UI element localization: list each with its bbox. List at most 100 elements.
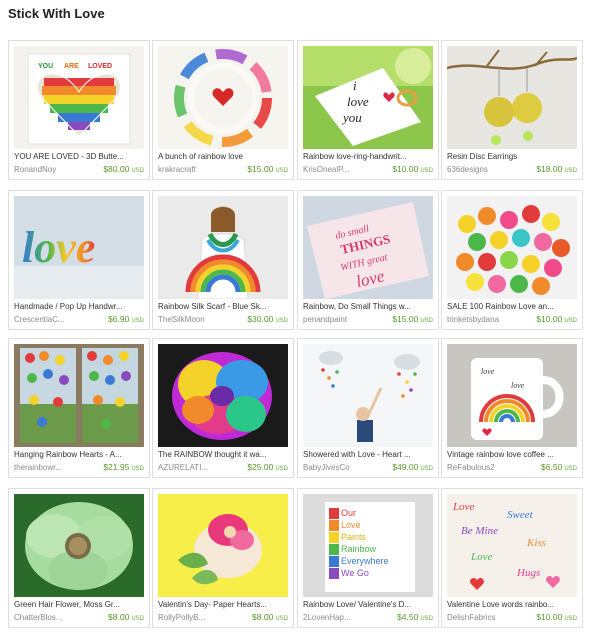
shop-name[interactable]: therainbowr... — [14, 463, 92, 472]
price-currency: USD — [420, 466, 433, 472]
price-value: $18.00 — [536, 164, 563, 174]
listing-thumbnail[interactable] — [158, 196, 288, 299]
shop-name[interactable]: RonandNoy — [14, 165, 92, 174]
listing-thumbnail[interactable]: Love Sweet Be Mine Kiss Love Hugs — [447, 494, 577, 597]
listing-thumbnail[interactable] — [14, 494, 144, 597]
price-currency: USD — [420, 168, 433, 174]
listing-title[interactable]: Showered with Love - Heart ... — [303, 450, 433, 459]
shop-name[interactable]: CrescentiaC... — [14, 315, 92, 324]
listing-title[interactable]: Rainbow, Do Small Things w... — [303, 302, 433, 311]
listing-thumbnail[interactable]: love love — [447, 344, 577, 447]
listing-thumbnail[interactable]: Our Love Paints Rainbow Everywhere We Go — [303, 494, 433, 597]
listing-title[interactable]: Handmade / Pop Up Handwr... — [14, 302, 144, 311]
listing-card[interactable]: Green Hair Flower, Moss Gr... ChatterBlo… — [8, 488, 150, 628]
listing-title[interactable]: Vintage rainbow love coffee ... — [447, 450, 577, 459]
price-currency: USD — [131, 466, 144, 472]
price-currency: USD — [420, 318, 433, 324]
listing-price: $25.00 USD — [247, 462, 288, 472]
price-value: $25.00 — [247, 462, 274, 472]
listing-title[interactable]: Rainbow Love/ Valentine's D... — [303, 600, 433, 609]
price-value: $10.00 — [536, 612, 563, 622]
listing-card[interactable]: Rainbow Silk Scarf - Blue Sk... TheSilkM… — [152, 190, 294, 330]
price-value: $10.00 — [392, 164, 419, 174]
listing-title[interactable]: SALE 100 Rainbow Love an... — [447, 302, 577, 311]
listing-card[interactable]: Our Love Paints Rainbow Everywhere We Go… — [297, 488, 439, 628]
shop-name[interactable]: KrisOnealP... — [303, 165, 381, 174]
thumb-text: love — [347, 94, 369, 109]
listing-price: $8.00 USD — [108, 612, 144, 622]
shop-name[interactable]: trinketsbydana — [447, 315, 525, 324]
thumb-text: Our — [341, 508, 356, 518]
listing-thumbnail[interactable]: love — [14, 196, 144, 299]
listing-title[interactable]: A bunch of rainbow love — [158, 152, 288, 161]
price-value: $21.95 — [103, 462, 130, 472]
shop-name[interactable]: DelishFabrics — [447, 613, 525, 622]
thumb-text: you — [341, 110, 362, 125]
listing-card[interactable]: A bunch of rainbow love krakracraft $15.… — [152, 40, 294, 180]
listing-thumbnail[interactable] — [158, 46, 288, 149]
listing-title[interactable]: Green Hair Flower, Moss Gr... — [14, 600, 144, 609]
listing-price: $30.00 USD — [247, 314, 288, 324]
listing-card[interactable]: Hanging Rainbow Hearts - A... therainbow… — [8, 338, 150, 478]
listing-thumbnail[interactable]: do small THINGS WITH great love — [303, 196, 433, 299]
price-currency: USD — [564, 466, 577, 472]
price-value: $8.00 — [108, 612, 130, 622]
price-currency: USD — [131, 616, 144, 622]
listing-thumbnail[interactable] — [447, 196, 577, 299]
listing-card[interactable]: love Handmade / Pop Up Handwr... Crescen… — [8, 190, 150, 330]
listing-thumbnail[interactable]: i love you — [303, 46, 433, 149]
listing-card[interactable]: Showered with Love - Heart ... BabyJives… — [297, 338, 439, 478]
listing-card[interactable]: i love you Rainbow love-ring-handwrit...… — [297, 40, 439, 180]
listing-title[interactable]: Hanging Rainbow Hearts - A... — [14, 450, 144, 459]
listing-card[interactable]: Resin Disc Earrings 636designs $18.00 USD — [441, 40, 583, 180]
listing-card[interactable]: Love Sweet Be Mine Kiss Love Hugs Valent… — [441, 488, 583, 628]
shop-name[interactable]: AZURELATI... — [158, 463, 236, 472]
listing-card[interactable]: do small THINGS WITH great love Rainbow,… — [297, 190, 439, 330]
price-value: $30.00 — [247, 314, 274, 324]
listing-thumbnail[interactable] — [158, 344, 288, 447]
listing-price: $4.50 USD — [397, 612, 433, 622]
shop-name[interactable]: 636designs — [447, 165, 525, 174]
listing-thumbnail[interactable] — [447, 46, 577, 149]
price-value: $4.50 — [397, 612, 419, 622]
listing-card[interactable]: SALE 100 Rainbow Love an... trinketsbyda… — [441, 190, 583, 330]
listing-thumbnail[interactable]: YOU ARE LOVED — [14, 46, 144, 149]
listing-title[interactable]: The RAINBOW thought it wa... — [158, 450, 288, 459]
thumb-text: love — [481, 367, 495, 376]
listing-price: $10.00 USD — [392, 164, 433, 174]
listing-title[interactable]: YOU ARE LOVED - 3D Butte... — [14, 152, 144, 161]
listing-thumbnail[interactable] — [303, 344, 433, 447]
shop-name[interactable]: 2LovenHap... — [303, 613, 381, 622]
listing-card[interactable]: YOU ARE LOVED YOU ARE LOVED - 3D Butte..… — [8, 40, 150, 180]
listing-price: $8.00 USD — [252, 612, 288, 622]
thumb-text: Everywhere — [341, 556, 389, 566]
shop-name[interactable]: krakracraft — [158, 165, 236, 174]
shop-name[interactable]: ReFabulous2 — [447, 463, 525, 472]
price-value: $15.00 — [392, 314, 419, 324]
listing-title[interactable]: Valentin's Day- Paper Hearts... — [158, 600, 288, 609]
listing-thumbnail[interactable] — [158, 494, 288, 597]
price-value: $6.50 — [541, 462, 563, 472]
price-currency: USD — [564, 616, 577, 622]
listing-thumbnail[interactable] — [14, 344, 144, 447]
listing-title[interactable]: Valentine Love words rainbo... — [447, 600, 577, 609]
shop-name[interactable]: BabyJivesCo — [303, 463, 381, 472]
thumb-text: Hugs — [516, 567, 540, 579]
listing-price: $18.00 USD — [536, 164, 577, 174]
shop-name[interactable]: ChatterBlos... — [14, 613, 92, 622]
price-currency: USD — [275, 318, 288, 324]
thumb-text: We Go — [341, 568, 369, 578]
listing-price: $15.00 USD — [247, 164, 288, 174]
shop-name[interactable]: TheSilkMoon — [158, 315, 236, 324]
price-currency: USD — [131, 318, 144, 324]
listing-title[interactable]: Rainbow Silk Scarf - Blue Sk... — [158, 302, 288, 311]
shop-name[interactable]: RollyPollyB... — [158, 613, 236, 622]
listing-card[interactable]: Valentin's Day- Paper Hearts... RollyPol… — [152, 488, 294, 628]
thumb-text: Love — [452, 501, 475, 513]
shop-name[interactable]: penandpaint — [303, 315, 381, 324]
listing-title[interactable]: Rainbow love-ring-handwrit... — [303, 152, 433, 161]
price-currency: USD — [131, 168, 144, 174]
listing-card[interactable]: The RAINBOW thought it wa... AZURELATI..… — [152, 338, 294, 478]
listing-card[interactable]: love love Vintage rainbow love coffee ..… — [441, 338, 583, 478]
listing-title[interactable]: Resin Disc Earrings — [447, 152, 577, 161]
